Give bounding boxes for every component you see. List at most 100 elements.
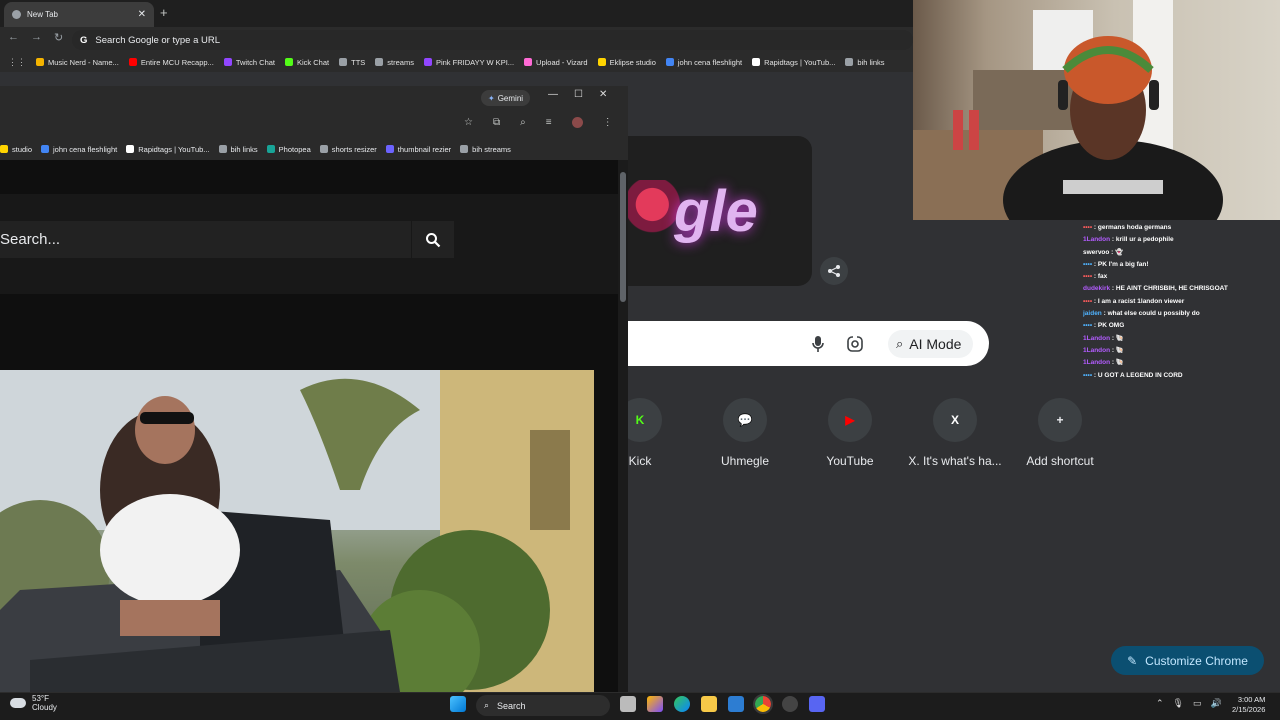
chat-message: swervoo : 👻 [1083, 247, 1280, 259]
obs-icon[interactable] [782, 696, 798, 712]
main-bookmark[interactable]: streams [375, 58, 414, 67]
main-bookmark[interactable]: Kick Chat [285, 58, 329, 67]
shortcut-uhmegle[interactable]: 💬 Uhmegle [693, 398, 797, 468]
store-icon[interactable] [728, 696, 744, 712]
edge-icon[interactable] [674, 696, 690, 712]
windows-start-icon[interactable] [450, 696, 466, 712]
bookmark-favicon-icon [319, 145, 328, 153]
site-search-input[interactable]: Search... [0, 221, 411, 258]
floating-bookmark[interactable]: shorts resizer [319, 145, 377, 154]
floating-bookmark[interactable]: bih streams [460, 145, 511, 154]
chat-text: : 👻 [1109, 248, 1124, 256]
floating-bookmark[interactable]: thumbnail rezier [385, 145, 451, 154]
nav-buttons: ← → ↻ [8, 31, 63, 44]
extensions-icon[interactable]: ⧉ [493, 117, 500, 128]
bookmark-favicon-icon [128, 58, 137, 66]
tray-overflow-icon[interactable]: ⌃ [1156, 698, 1164, 709]
task-view-icon[interactable] [620, 696, 636, 712]
bookmark-label: TTS [351, 57, 366, 67]
site-search-button[interactable] [412, 221, 454, 258]
bookmark-label: bih streams [472, 144, 511, 154]
voice-search-icon[interactable] [812, 335, 824, 358]
profile-avatar-icon[interactable] [571, 117, 583, 128]
main-bookmark[interactable]: john cena fleshlight [665, 58, 742, 67]
floating-bookmark[interactable]: john cena fleshlight [41, 145, 117, 154]
main-bookmark[interactable]: TTS [339, 58, 365, 67]
new-tab-button[interactable]: + [160, 5, 168, 20]
scrollbar-thumb[interactable] [620, 172, 626, 302]
shortcut-icon: + [1038, 398, 1082, 442]
mic-tray-icon[interactable]: 🎙 [1173, 698, 1184, 709]
apps-icon[interactable]: ⋮⋮ [8, 57, 26, 68]
floating-bookmark[interactable]: bih links [218, 145, 258, 154]
back-icon[interactable]: ← [8, 31, 19, 44]
main-bookmark[interactable]: Eklipse studio [597, 58, 656, 67]
bookmark-favicon-icon [0, 145, 8, 153]
gemini-sparkle-icon: ✦ [488, 93, 495, 103]
omnibox[interactable]: G Search Google or type a URL [72, 30, 913, 50]
network-icon[interactable]: ▭ [1193, 698, 1202, 709]
main-bookmark[interactable]: Music Nerd - Name... [36, 58, 119, 67]
video-thumbnail[interactable] [0, 370, 594, 692]
taskbar-clock[interactable]: 3:00 AM 2/15/2026 [1232, 695, 1265, 715]
main-bookmark[interactable]: Upload - Vizard [524, 58, 588, 67]
tab-new-tab[interactable]: New Tab ✕ [4, 2, 154, 27]
floating-window-titlebar[interactable] [0, 86, 628, 110]
volume-icon[interactable]: 🔊 [1211, 698, 1222, 709]
stream-chat-overlay: •••• : germans hoda germans 1Landon : kri… [1083, 222, 1280, 382]
main-bookmark[interactable]: Twitch Chat [223, 58, 275, 67]
chat-text: : 🐚 [1110, 334, 1124, 342]
shortcut-x-it-s-what-s-ha[interactable]: X X. It's what's ha... [903, 398, 1007, 468]
floating-bookmark[interactable]: studio [0, 145, 32, 154]
shortcut-label: X. It's what's ha... [908, 454, 1002, 468]
chat-message: 1Landon : krill ur a pedophile [1083, 234, 1280, 246]
chrome-icon[interactable] [753, 694, 773, 714]
chat-message: 1Landon : 🐚 [1083, 333, 1280, 345]
file-explorer-icon[interactable] [701, 696, 717, 712]
google-lens-icon[interactable] [846, 335, 864, 358]
discord-icon[interactable] [809, 696, 825, 712]
copilot-icon[interactable] [647, 696, 663, 712]
taskbar-pinned-apps [620, 694, 825, 714]
reload-icon[interactable]: ↻ [54, 31, 63, 44]
minimize-icon[interactable]: — [548, 89, 558, 100]
bookmark-star-icon[interactable]: ☆ [464, 117, 473, 128]
menu-icon[interactable]: ⋮ [603, 117, 613, 128]
taskbar-search-icon: ⌕ [484, 700, 490, 710]
bookmark-label: Rapidtags | YouTub... [764, 57, 836, 67]
weather-widget[interactable]: 53°F Cloudy [10, 694, 57, 712]
floating-toolbar-icons: ☆ ⧉ ⌕ ≡ ⋮ [464, 117, 613, 128]
tab-close-icon[interactable]: ✕ [138, 9, 146, 20]
bookmark-label: studio [12, 144, 33, 154]
tab-search-icon[interactable]: ⌕ [520, 117, 526, 128]
chat-text: : HE AINT CHRISBIH, HE CHRISGOAT [1110, 285, 1228, 293]
customize-chrome-button[interactable]: ✎ Customize Chrome [1111, 646, 1264, 675]
gemini-button[interactable]: ✦ Gemini [481, 90, 531, 106]
main-bookmark[interactable]: bih links [845, 58, 885, 67]
forward-icon[interactable]: → [31, 31, 42, 44]
chat-text: : PK I'm a big fan! [1092, 260, 1149, 268]
maximize-icon[interactable]: ☐ [574, 89, 583, 100]
main-bookmark[interactable]: Rapidtags | YouTub... [752, 58, 835, 67]
chat-username: swervoo [1083, 248, 1110, 256]
floating-bookmark[interactable]: Rapidtags | YouTub... [126, 145, 210, 154]
main-bookmark[interactable]: Pink FRIDAYY W KPI... [423, 58, 514, 67]
shortcut-add-shortcut[interactable]: + Add shortcut [1008, 398, 1112, 468]
floating-bookmark[interactable]: Photopea [266, 145, 311, 154]
ai-mode-button[interactable]: ⌕ AI Mode [888, 330, 974, 358]
pencil-icon: ✎ [1127, 653, 1138, 668]
chat-username: dudekirk [1083, 285, 1111, 293]
shortcut-youtube[interactable]: ▶ YouTube [798, 398, 902, 468]
window-controls: — ☐ ✕ [548, 89, 607, 100]
main-bookmark[interactable]: Entire MCU Recapp... [128, 58, 214, 67]
bookmark-favicon-icon [36, 58, 44, 66]
shortcut-label: Uhmegle [720, 454, 770, 468]
bookmark-favicon-icon [339, 58, 348, 66]
share-icon[interactable] [820, 257, 848, 285]
shortcut-icon: X [933, 398, 977, 442]
close-icon[interactable]: ✕ [599, 89, 607, 100]
google-doodle[interactable]: gle [608, 136, 812, 286]
taskbar-search[interactable]: ⌕ Search [476, 695, 610, 716]
media-control-icon[interactable]: ≡ [546, 117, 552, 128]
bookmark-favicon-icon [597, 58, 606, 66]
